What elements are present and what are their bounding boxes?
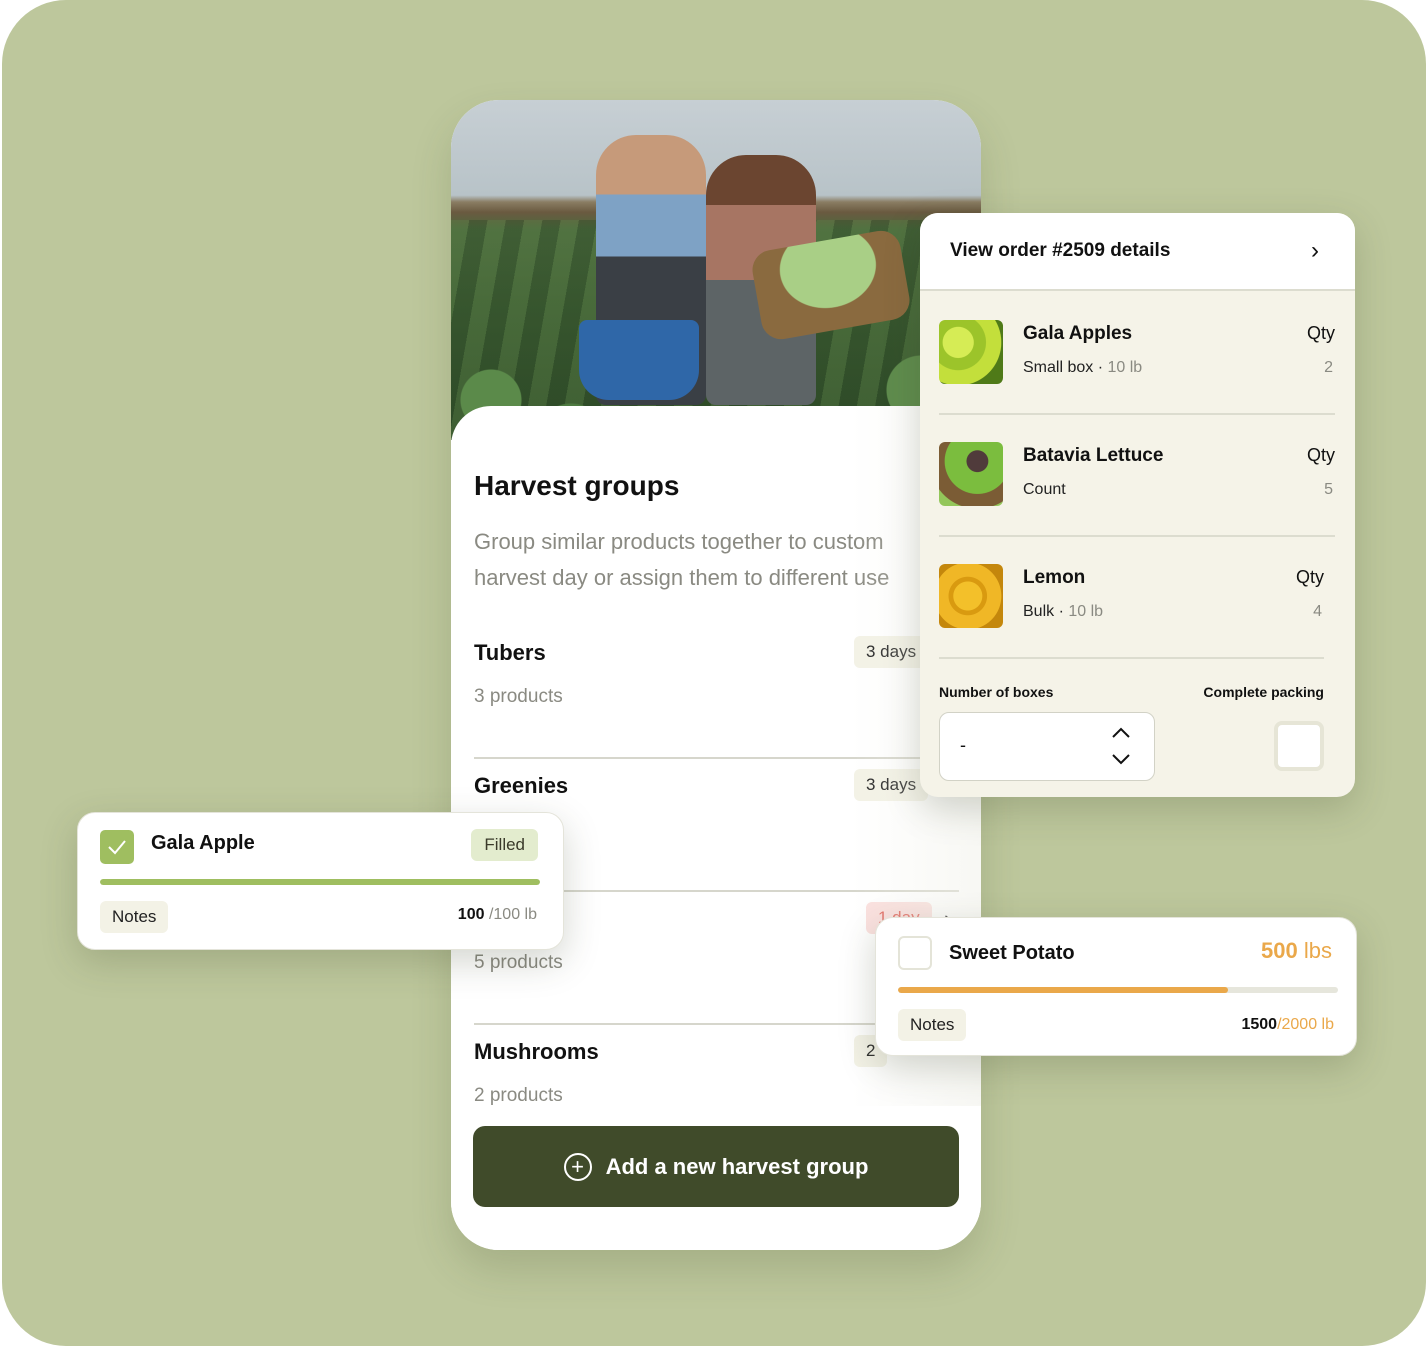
remaining-amount: 500 lbs xyxy=(1261,938,1332,963)
number-of-boxes-stepper[interactable]: - xyxy=(939,712,1155,781)
number-of-boxes-label: Number of boxes xyxy=(939,684,1054,700)
days-badge: 3 days xyxy=(854,636,929,668)
sweet-potato-card: Sweet Potato 500 lbs Notes 1500/2000 lb xyxy=(875,917,1357,1056)
item-name: Gala Apple xyxy=(151,832,255,854)
page-description: Group similar products together to custo… xyxy=(474,529,890,590)
page-title: Harvest groups xyxy=(474,470,680,501)
qty-value: 5 xyxy=(1324,481,1333,498)
background-canvas: Harvest groups Group similar products to… xyxy=(2,0,1426,1346)
status-badge: Filled xyxy=(471,829,538,861)
chevron-up-icon[interactable] xyxy=(1110,725,1132,741)
add-harvest-group-label: Add a new harvest group xyxy=(605,1153,869,1179)
chevron-down-icon[interactable] xyxy=(1110,751,1132,767)
group-count: 3 products xyxy=(474,686,563,707)
harvest-group-tubers[interactable]: Tubers 3 products 3 days xyxy=(474,626,959,759)
progress-bar xyxy=(898,987,1338,993)
qty-label: Qty xyxy=(1295,567,1324,587)
notes-button[interactable]: Notes xyxy=(100,901,169,933)
progress-fill xyxy=(898,987,1228,993)
group-title: Greenies xyxy=(474,773,569,798)
amount-readout: 100 /100 lb xyxy=(457,906,537,923)
item-meta: Bulk · 10 lb xyxy=(1023,603,1104,620)
group-count: 2 products xyxy=(474,1085,563,1106)
phone-screen: Harvest groups Group similar products to… xyxy=(451,100,981,1250)
item-meta: Small box · 10 lb xyxy=(1023,359,1143,376)
order-item[interactable]: Gala Apples Small box · 10 lb Qty 2 xyxy=(939,293,1335,415)
plus-circle-icon: + xyxy=(563,1152,592,1181)
progress-bar xyxy=(100,879,540,885)
order-item[interactable]: Batavia Lettuce Count Qty 5 xyxy=(939,415,1335,537)
complete-packing-label: Complete packing xyxy=(1203,684,1324,700)
boxes-value: - xyxy=(960,735,966,755)
gala-apples-thumbnail xyxy=(939,320,1003,384)
days-badge: 3 days xyxy=(854,769,929,801)
gala-apple-card: Gala Apple Filled Notes 100 /100 lb xyxy=(77,812,564,950)
qty-value: 4 xyxy=(1313,603,1322,620)
order-item[interactable]: Lemon Bulk · 10 lb Qty 4 xyxy=(939,537,1324,659)
group-title: Tubers xyxy=(474,640,546,665)
item-meta: Count xyxy=(1023,481,1066,498)
qty-label: Qty xyxy=(1306,323,1335,343)
lemon-thumbnail xyxy=(939,564,1003,628)
view-order-link[interactable]: View order #2509 details › xyxy=(920,213,1355,291)
progress-fill xyxy=(100,879,540,885)
chevron-right-icon: › xyxy=(1311,237,1319,264)
hero-photo xyxy=(451,100,981,440)
qty-label: Qty xyxy=(1306,445,1335,465)
notes-button[interactable]: Notes xyxy=(898,1009,967,1041)
item-name: Gala Apples xyxy=(1023,323,1133,344)
item-name: Lemon xyxy=(1023,567,1086,588)
wheelbarrow xyxy=(579,320,699,400)
order-details-card: View order #2509 details › Gala Apples S… xyxy=(920,213,1355,797)
amount-readout: 1500/2000 lb xyxy=(1241,1016,1334,1033)
group-count: 5 products xyxy=(474,952,563,973)
qty-value: 2 xyxy=(1324,359,1333,376)
item-name: Batavia Lettuce xyxy=(1023,445,1164,466)
batavia-lettuce-thumbnail xyxy=(939,442,1003,506)
checkmark-icon xyxy=(108,840,126,855)
complete-packing-checkbox[interactable] xyxy=(1274,721,1324,771)
order-title: View order #2509 details xyxy=(950,240,1171,261)
item-name: Sweet Potato xyxy=(949,942,1075,964)
filled-checkbox[interactable] xyxy=(100,830,134,864)
add-harvest-group-button[interactable]: + Add a new harvest group xyxy=(473,1126,959,1207)
group-title: Mushrooms xyxy=(474,1039,599,1064)
fill-checkbox[interactable] xyxy=(898,936,932,970)
